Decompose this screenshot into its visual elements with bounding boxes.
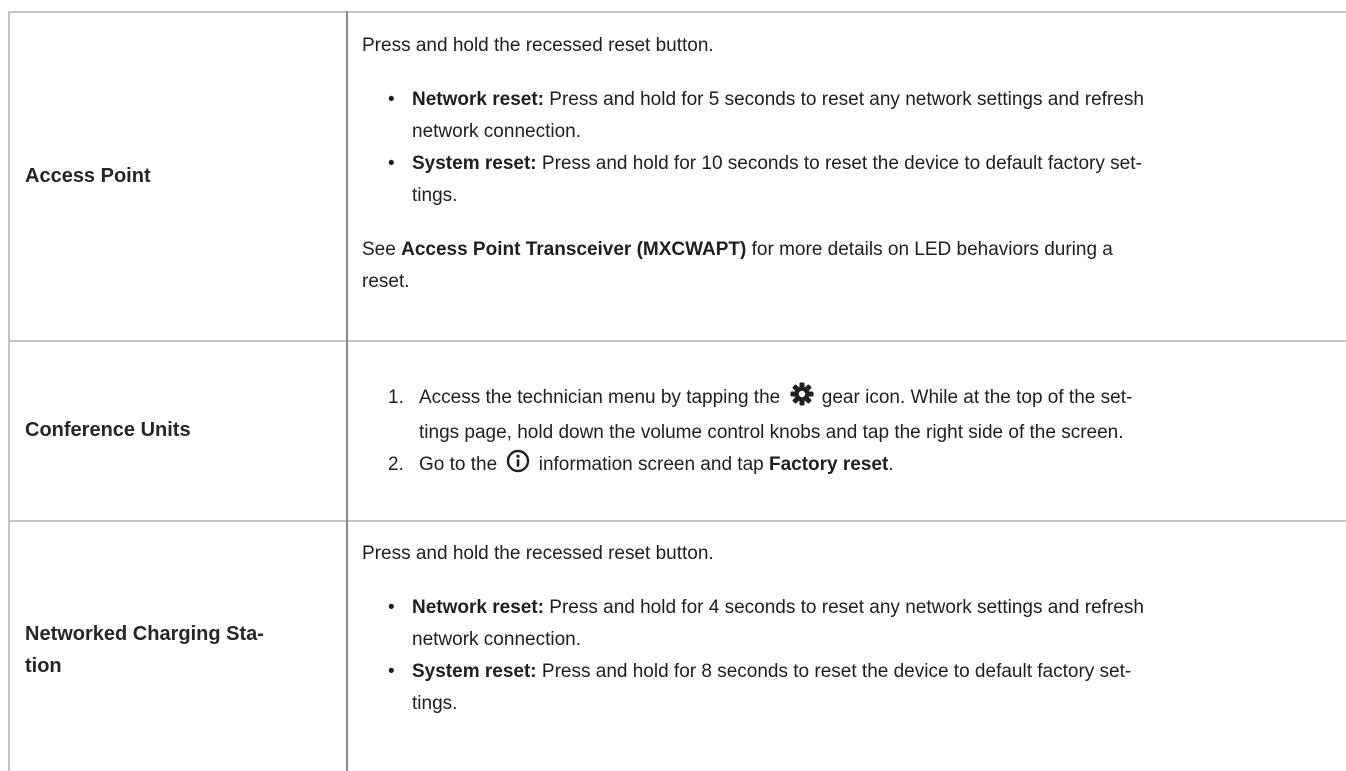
bullet-lead: Network reset:	[412, 597, 544, 618]
step-text: Go to the	[419, 454, 498, 475]
bullet-text-continued: tings.	[412, 693, 458, 714]
step-text-continued: tings page, hold down the volume control…	[419, 422, 1124, 443]
list-item: 1. Access the technician menu by tapping…	[362, 382, 1337, 449]
list-item: • Network reset: Press and hold for 5 se…	[362, 84, 1337, 148]
access-point-reset-list: • Network reset: Press and hold for 5 se…	[362, 84, 1337, 212]
bullet: •	[388, 153, 395, 174]
bullet-text: Press and hold for 5 seconds to reset an…	[549, 89, 1144, 110]
bullet: •	[388, 597, 395, 618]
see-suffix-continued: reset.	[362, 271, 410, 292]
access-point-intro: Press and hold the recessed reset button…	[362, 35, 714, 56]
row-label-conference-units: Conference Units	[25, 419, 191, 441]
info-icon	[506, 449, 530, 484]
conference-units-instructions: 1. Access the technician menu by tapping…	[362, 382, 1337, 484]
label-line: Networked Charging Sta-	[25, 623, 264, 645]
access-point-see-also: See Access Point Transceiver (MXCWAPT) f…	[362, 234, 1337, 266]
bullet: •	[388, 661, 395, 682]
table-top-border	[9, 11, 1346, 13]
row-label-networked-charging-station: Networked Charging Sta- tion	[25, 618, 325, 682]
step-text: Access the technician menu by tapping th…	[419, 387, 781, 408]
bullet-text: Press and hold for 4 seconds to reset an…	[549, 597, 1144, 618]
bullet-lead: System reset:	[412, 661, 537, 682]
reset-table: Access Point Press and hold the recessed…	[0, 0, 1346, 771]
bullet-text: Press and hold for 10 seconds to reset t…	[541, 153, 1142, 174]
column-divider	[346, 11, 348, 771]
gear-icon	[790, 382, 814, 417]
bullet: •	[388, 89, 395, 110]
label-line: tion	[25, 655, 62, 677]
list-item: • System reset: Press and hold for 8 sec…	[362, 656, 1337, 720]
access-point-instructions: Press and hold the recessed reset button…	[362, 30, 1337, 298]
access-point-transceiver-link[interactable]: Access Point Transceiver (MXCWAPT)	[401, 239, 746, 260]
table-left-border	[8, 11, 10, 771]
bullet-lead: System reset:	[412, 153, 537, 174]
step-number: 2.	[388, 454, 404, 475]
see-prefix: See	[362, 239, 396, 260]
factory-reset-label: Factory reset	[768, 454, 889, 475]
list-item: • Network reset: Press and hold for 4 se…	[362, 592, 1337, 656]
step-text: gear icon. While at the top of the set-	[821, 387, 1133, 408]
row-divider	[9, 520, 1346, 522]
step-text: information screen and tap	[538, 454, 764, 475]
charging-station-instructions: Press and hold the recessed reset button…	[362, 538, 1337, 720]
row-divider	[9, 340, 1346, 342]
row-label-access-point: Access Point	[25, 165, 151, 187]
step-number: 1.	[388, 387, 404, 408]
list-item: • System reset: Press and hold for 10 se…	[362, 148, 1337, 212]
bullet-text: Press and hold for 8 seconds to reset th…	[541, 661, 1132, 682]
see-suffix: for more details on LED behaviors during…	[751, 239, 1113, 260]
charging-station-intro: Press and hold the recessed reset button…	[362, 543, 714, 564]
bullet-lead: Network reset:	[412, 89, 544, 110]
bullet-text-continued: network connection.	[412, 629, 581, 650]
charging-station-reset-list: • Network reset: Press and hold for 4 se…	[362, 592, 1337, 720]
step-text-end: .	[888, 454, 894, 475]
list-item: 2. Go to the information screen and tap …	[362, 449, 1337, 484]
bullet-text-continued: tings.	[412, 185, 458, 206]
conference-units-steps: 1. Access the technician menu by tapping…	[362, 382, 1337, 484]
bullet-text-continued: network connection.	[412, 121, 581, 142]
